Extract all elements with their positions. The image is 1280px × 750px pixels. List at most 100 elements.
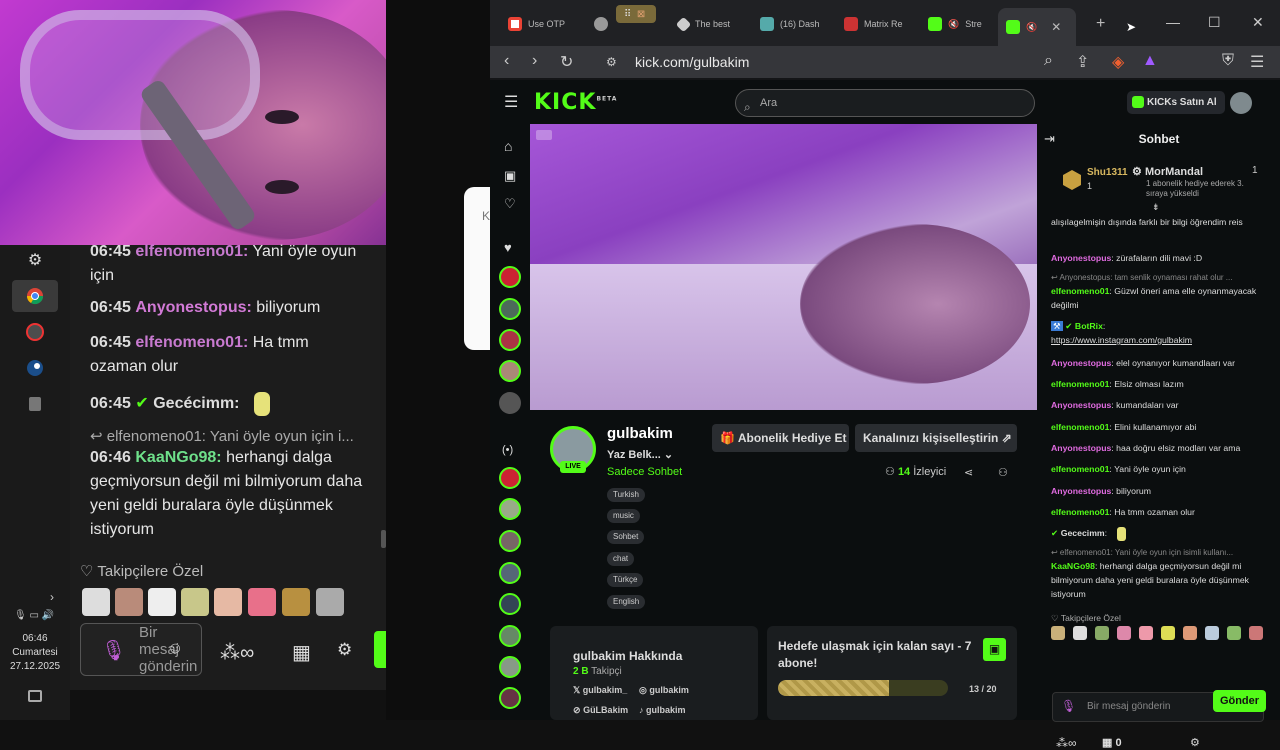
menu-icon[interactable]: ☰ [1250, 52, 1264, 72]
chat-username[interactable]: BotRix [1075, 321, 1103, 331]
store-button[interactable]: ▦ 0 [1102, 736, 1122, 749]
chat-username[interactable]: elfenomeno01 [1051, 464, 1109, 474]
chat-username[interactable]: elfenomeno01 [1051, 422, 1109, 432]
channel-avatar[interactable] [499, 625, 521, 647]
emote[interactable] [1073, 626, 1087, 640]
kicks-icon[interactable]: ⁂∞ [220, 640, 254, 665]
minimize-icon[interactable]: — [1166, 14, 1180, 30]
followed-channel-avatar[interactable] [499, 360, 521, 382]
emote[interactable] [1205, 626, 1219, 640]
gear-icon[interactable]: ⚙ [337, 640, 352, 660]
gift-sub-button[interactable]: 🎁 Abonelik Hediye Et [712, 424, 849, 452]
chat-username[interactable]: Anyonestopus [1051, 400, 1111, 410]
hamburger-icon[interactable]: ☰ [504, 92, 518, 112]
share-icon[interactable]: ⇪ [1076, 52, 1089, 72]
discord-link[interactable]: ⊘ GüLBakim [573, 705, 628, 716]
chat-username[interactable]: Anyonestopus [1051, 443, 1111, 453]
share-icon[interactable]: ⋖ [964, 466, 973, 479]
heart-icon[interactable]: ♥ [504, 240, 512, 255]
browse-icon[interactable]: ▣ [504, 168, 516, 184]
reload-icon[interactable]: ↻ [560, 52, 573, 72]
msg-user[interactable]: KaaNGo98: [135, 449, 221, 466]
mic-icon[interactable]: 🎙 [1061, 699, 1076, 713]
tab-dash[interactable]: (16) Dash [752, 10, 832, 38]
tab-matrix[interactable]: Matrix Re [836, 10, 916, 38]
emote[interactable] [1249, 626, 1263, 640]
brave-shield-icon[interactable]: ◈ [1112, 52, 1124, 72]
channel-name[interactable]: gulbakim [607, 425, 673, 442]
chat-username[interactable]: Anyonestopus [1051, 253, 1111, 263]
emote[interactable] [1095, 626, 1109, 640]
chat-username[interactable]: elfenomeno01 [1051, 507, 1109, 517]
video-player[interactable] [530, 124, 1037, 410]
kicks-icon[interactable]: ⁂∞ [1056, 736, 1077, 750]
new-tab-button[interactable]: + [1088, 10, 1105, 38]
show-desktop-icon[interactable] [28, 690, 42, 702]
msg-user[interactable]: Anyonestopus: [135, 299, 251, 316]
channel-avatar[interactable] [499, 467, 521, 489]
kick-logo[interactable]: KICKBETA [534, 90, 617, 115]
emote[interactable] [181, 588, 209, 616]
mic-icon[interactable]: 🎙 [101, 638, 126, 663]
emote[interactable] [1161, 626, 1175, 640]
chat-username[interactable]: Anyonestopus [1051, 486, 1111, 496]
top-gifter-name[interactable]: Shu1311 [1087, 167, 1128, 178]
back-icon[interactable]: ‹ [504, 52, 509, 70]
chat-username[interactable]: elfenomeno01 [1051, 286, 1109, 296]
send-button[interactable]: Gönder [1213, 690, 1266, 712]
zoom-icon[interactable]: ⌕ [1044, 52, 1053, 70]
tag[interactable]: Sohbet [607, 530, 645, 544]
tab-active-kick[interactable]: 🔇 ✕ [998, 8, 1076, 46]
category-link[interactable]: Sadece Sohbet [607, 466, 682, 478]
message-input[interactable]: 🎙 Bir mesaj gönderin ☺ [80, 623, 202, 676]
tab-thebest[interactable]: The best [670, 10, 750, 38]
settings-icon[interactable]: ⚙ [22, 247, 48, 273]
emote[interactable] [115, 588, 143, 616]
steam-icon[interactable] [22, 355, 48, 381]
emote[interactable] [1183, 626, 1197, 640]
tag[interactable]: English [607, 595, 646, 609]
followed-channel-avatar[interactable] [499, 298, 521, 320]
chevron-right-icon[interactable]: › [50, 590, 54, 604]
second-gifter-name[interactable]: ⚙ MorMandal [1132, 165, 1203, 178]
chat-link[interactable]: https://www.instagram.com/gulbakim [1051, 335, 1192, 345]
close-window-icon[interactable]: ✕ [1252, 14, 1264, 31]
follow-user-icon[interactable]: ⚇ [998, 466, 1008, 479]
tab-gmail[interactable]: Use OTP [500, 10, 584, 38]
following-icon[interactable]: ♡ [504, 196, 516, 212]
forward-icon[interactable]: › [532, 52, 537, 70]
tag[interactable]: chat [607, 552, 635, 566]
file-icon[interactable] [22, 391, 48, 417]
close-tab-icon[interactable]: ✕ [1051, 20, 1061, 34]
instagram-link[interactable]: ◎ gulbakim [639, 685, 689, 696]
emote[interactable] [82, 588, 110, 616]
tag[interactable]: Turkish [607, 488, 645, 502]
chrome-icon[interactable] [22, 283, 48, 309]
channel-avatar[interactable] [499, 530, 521, 552]
send-button-partial[interactable] [374, 631, 386, 668]
app-icon[interactable] [22, 319, 48, 345]
chat-settings-icon[interactable]: ⚙ [1190, 736, 1200, 749]
chat-username[interactable]: KaaNGo98 [1051, 561, 1095, 571]
live-icon[interactable]: (•) [502, 444, 513, 456]
chat-username[interactable]: elfenomeno01 [1051, 379, 1109, 389]
store-icon[interactable]: ▦ [292, 640, 311, 665]
tab-stream[interactable]: 🔇 Stre [920, 10, 996, 38]
tag[interactable]: music [607, 509, 640, 523]
emote[interactable] [1227, 626, 1241, 640]
tiktok-link[interactable]: ♪ gulbakim [639, 705, 686, 715]
gift-icon[interactable]: ▣ [983, 638, 1006, 661]
channel-avatar[interactable] [499, 656, 521, 678]
emote[interactable] [1117, 626, 1131, 640]
home-icon[interactable]: ⌂ [504, 138, 512, 154]
emote[interactable] [214, 588, 242, 616]
emote-bar[interactable] [1051, 626, 1279, 644]
user-avatar[interactable] [1230, 92, 1252, 114]
channel-avatar[interactable] [499, 498, 521, 520]
followed-channel-avatar[interactable] [499, 266, 521, 288]
rewards-icon[interactable]: ▲ [1142, 52, 1158, 70]
emoji-icon[interactable]: ☺ [167, 640, 183, 658]
tag[interactable]: Türkçe [607, 573, 644, 587]
url-field[interactable]: kick.com/gulbakim [635, 46, 749, 78]
emote[interactable] [1139, 626, 1153, 640]
